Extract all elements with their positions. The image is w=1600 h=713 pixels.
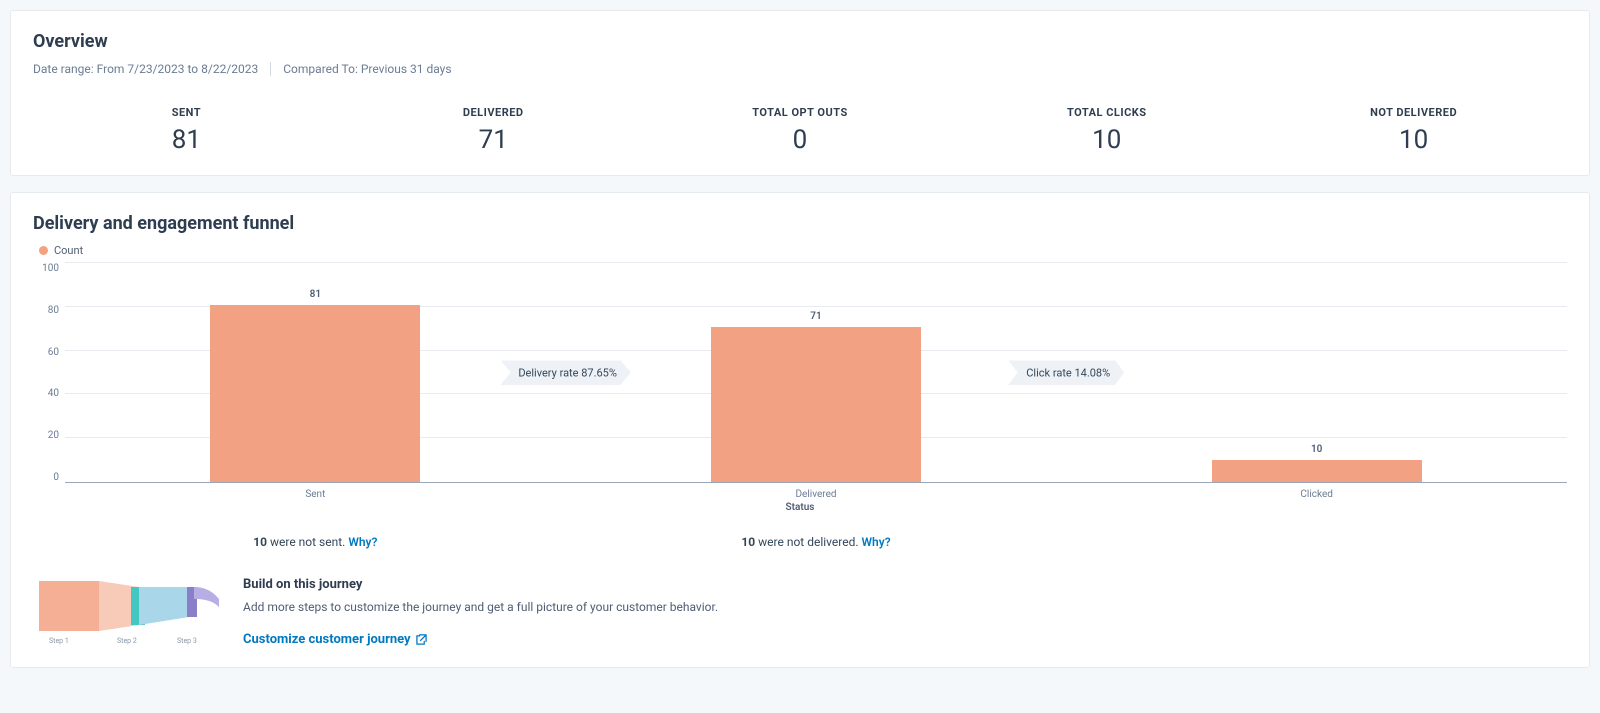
y-tick: 100: [42, 263, 59, 274]
stat-delivered: DELIVERED 71: [340, 106, 647, 155]
bar-sent[interactable]: 81: [210, 305, 420, 482]
why-not-delivered-link[interactable]: Why?: [862, 535, 891, 549]
bar-value: 71: [810, 311, 821, 322]
stat-total-opt-outs: TOTAL OPT OUTS 0: [647, 106, 954, 155]
chart-area: 100 80 60 40 20 0 81 71: [33, 263, 1567, 483]
thumb-label: Step 2: [117, 637, 137, 645]
journey-thumbnail: Step 1 Step 2 Step 3: [39, 577, 219, 635]
legend-swatch-icon: [39, 246, 48, 255]
overview-card: Overview Date range: From 7/23/2023 to 8…: [10, 10, 1590, 176]
not-delivered-text: were not delivered.: [755, 535, 861, 549]
stat-label: SENT: [33, 106, 340, 119]
bar-delivered[interactable]: 71: [711, 327, 921, 482]
legend-label: Count: [54, 244, 83, 257]
overview-title: Overview: [33, 31, 1567, 52]
customize-journey-link[interactable]: Customize customer journey: [243, 632, 427, 647]
not-delivered-message: 10 were not delivered. Why?: [566, 535, 1067, 549]
stat-value: 10: [953, 125, 1260, 155]
y-tick: 80: [48, 305, 59, 316]
funnel-title: Delivery and engagement funnel: [33, 213, 1567, 234]
bar-value: 10: [1311, 444, 1322, 455]
bar-slot-sent: 81: [65, 263, 566, 482]
stat-label: TOTAL OPT OUTS: [647, 106, 954, 119]
thumb-label: Step 1: [49, 637, 69, 645]
stat-value: 0: [647, 125, 954, 155]
compared-to-text: Compared To: Previous 31 days: [283, 62, 451, 76]
y-tick: 40: [48, 388, 59, 399]
x-label: Clicked: [1066, 489, 1567, 500]
stat-label: DELIVERED: [340, 106, 647, 119]
msg-spacer: [1066, 535, 1567, 549]
journey-title: Build on this journey: [243, 577, 718, 592]
not-sent-count: 10: [253, 535, 267, 549]
stat-label: NOT DELIVERED: [1260, 106, 1567, 119]
bar-value: 81: [310, 289, 321, 300]
y-axis: 100 80 60 40 20 0: [33, 263, 65, 483]
journey-text: Build on this journey Add more steps to …: [243, 577, 718, 647]
y-tick: 0: [53, 472, 59, 483]
x-label: Delivered: [566, 489, 1067, 500]
funnel-messages: 10 were not sent. Why? 10 were not deliv…: [65, 535, 1567, 549]
overview-meta: Date range: From 7/23/2023 to 8/22/2023 …: [33, 62, 1567, 76]
funnel-card: Delivery and engagement funnel Count 100…: [10, 192, 1590, 668]
stat-value: 10: [1260, 125, 1567, 155]
stat-label: TOTAL CLICKS: [953, 106, 1260, 119]
stat-value: 81: [33, 125, 340, 155]
not-sent-message: 10 were not sent. Why?: [65, 535, 566, 549]
y-tick: 20: [48, 430, 59, 441]
thumb-label: Step 3: [177, 637, 197, 645]
chart-legend: Count: [39, 244, 1567, 257]
y-tick: 60: [48, 347, 59, 358]
not-delivered-count: 10: [741, 535, 755, 549]
journey-block: Step 1 Step 2 Step 3 Build on this journ…: [33, 577, 1567, 647]
date-range-text: Date range: From 7/23/2023 to 8/22/2023: [33, 62, 258, 76]
why-not-sent-link[interactable]: Why?: [348, 535, 377, 549]
x-axis-title: Status: [33, 502, 1567, 513]
x-label: Sent: [65, 489, 566, 500]
not-sent-text: were not sent.: [267, 535, 348, 549]
meta-separator: [270, 62, 271, 76]
stat-total-clicks: TOTAL CLICKS 10: [953, 106, 1260, 155]
bars-container: 81 71 10: [65, 263, 1567, 482]
x-axis-labels: Sent Delivered Clicked: [65, 489, 1567, 500]
bar-slot-clicked: 10: [1066, 263, 1567, 482]
bar-clicked[interactable]: 10: [1212, 460, 1422, 482]
bar-slot-delivered: 71: [566, 263, 1067, 482]
cta-label: Customize customer journey: [243, 632, 411, 647]
plot-area: 81 71 10 Delivery rate 87.65% Click rate…: [65, 263, 1567, 483]
stat-value: 71: [340, 125, 647, 155]
click-rate-badge: Click rate 14.08%: [1008, 360, 1124, 385]
external-link-icon: [416, 634, 427, 645]
overview-stats-row: SENT 81 DELIVERED 71 TOTAL OPT OUTS 0 TO…: [33, 96, 1567, 155]
journey-desc: Add more steps to customize the journey …: [243, 600, 718, 614]
stat-not-delivered: NOT DELIVERED 10: [1260, 106, 1567, 155]
stat-sent: SENT 81: [33, 106, 340, 155]
delivery-rate-badge: Delivery rate 87.65%: [500, 360, 631, 385]
